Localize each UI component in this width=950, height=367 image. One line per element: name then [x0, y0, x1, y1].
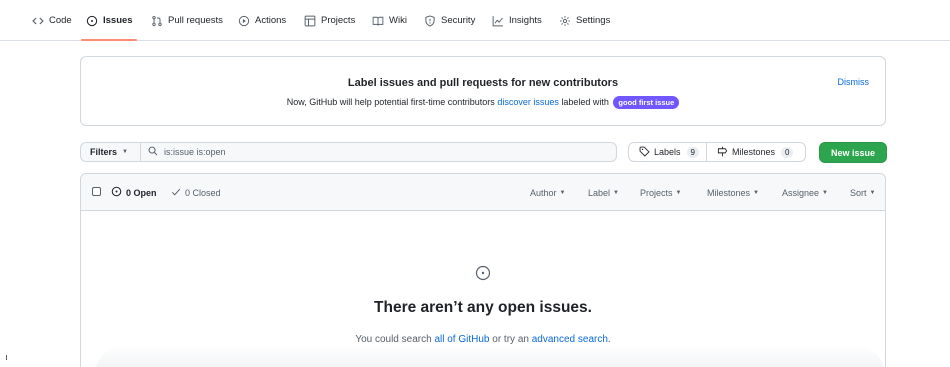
blankslate-text-before: You could search — [355, 334, 432, 345]
label-menu[interactable]: Label ▼ — [588, 174, 619, 211]
issue-opened-icon — [475, 265, 491, 281]
tab-label: Wiki — [389, 15, 407, 26]
blankslate-title: There aren’t any open issues. — [374, 299, 592, 316]
banner-text: Now, GitHub will help potential first-ti… — [81, 96, 885, 109]
tab-insights[interactable]: Insights — [492, 0, 542, 41]
chevron-down-icon: ▼ — [122, 149, 128, 155]
table-icon — [304, 15, 316, 27]
search-input[interactable] — [164, 147, 604, 157]
chevron-down-icon: ▼ — [869, 189, 876, 196]
open-issues-filter[interactable]: 0 Open — [111, 174, 157, 211]
blankslate-text-end: . — [607, 334, 611, 345]
bottom-fade — [95, 345, 885, 367]
author-menu[interactable]: Author ▼ — [530, 174, 565, 211]
banner-title: Label issues and pull requests for new c… — [347, 77, 619, 89]
graph-icon — [492, 15, 504, 27]
labels-count: 9 — [686, 146, 699, 158]
tab-security[interactable]: Security — [424, 0, 475, 41]
issues-search[interactable] — [140, 142, 617, 162]
play-icon — [238, 15, 250, 27]
chevron-down-icon: ▼ — [613, 189, 619, 196]
repo-nav: Code Issues Pull requests Actions Projec… — [0, 0, 950, 41]
issues-list-header: 0 Open 0 Closed Author ▼ Label ▼ Project… — [81, 174, 885, 211]
new-contributors-banner: Label issues and pull requests for new c… — [80, 56, 886, 126]
chevron-down-icon: ▼ — [822, 189, 828, 196]
filters-label: Filters — [90, 147, 118, 157]
filters-button[interactable]: Filters ▼ — [80, 142, 140, 162]
milestones-menu-label: Milestones — [707, 187, 751, 198]
git-pull-request-icon — [151, 15, 163, 27]
sort-menu-label: Sort — [850, 187, 867, 198]
closed-issues-filter[interactable]: 0 Closed — [171, 174, 221, 211]
blankslate-text-mid: or try an — [492, 334, 529, 345]
search-icon — [148, 146, 158, 158]
code-icon — [32, 15, 44, 27]
assignee-menu-label: Assignee — [782, 187, 820, 198]
tab-wiki[interactable]: Wiki — [372, 0, 407, 41]
banner-text-before: Now, GitHub will help potential first-ti… — [286, 96, 495, 107]
projects-menu-label: Projects — [640, 187, 673, 198]
all-of-github-link[interactable]: all of GitHub — [434, 334, 489, 345]
tab-label: Settings — [576, 15, 611, 26]
projects-menu[interactable]: Projects ▼ — [640, 174, 681, 211]
tab-code[interactable]: Code — [32, 0, 72, 41]
sort-menu[interactable]: Sort ▼ — [850, 174, 875, 211]
tab-label: Insights — [509, 15, 542, 26]
book-icon — [372, 15, 384, 27]
milestone-icon — [717, 146, 728, 159]
tab-label: Pull requests — [168, 15, 223, 26]
edge-mark — [6, 355, 7, 360]
tab-label: Security — [441, 15, 476, 26]
chevron-down-icon: ▼ — [559, 189, 566, 196]
blankslate-text: You could search all of GitHub or try an… — [81, 334, 885, 345]
shield-icon — [424, 14, 436, 27]
issue-opened-icon — [111, 186, 122, 199]
gear-icon — [559, 15, 571, 27]
open-count: 0 Open — [126, 187, 157, 198]
good-first-issue-label[interactable]: good first issue — [613, 96, 680, 109]
milestones-menu[interactable]: Milestones ▼ — [707, 174, 759, 211]
tab-pull-requests[interactable]: Pull requests — [151, 0, 223, 41]
tab-actions[interactable]: Actions — [238, 0, 286, 41]
assignee-menu[interactable]: Assignee ▼ — [782, 174, 828, 211]
milestones-button[interactable]: Milestones 0 — [707, 142, 806, 162]
discover-issues-link[interactable]: discover issues — [497, 97, 559, 107]
labels-label: Labels — [654, 147, 681, 157]
issues-list: 0 Open 0 Closed Author ▼ Label ▼ Project… — [80, 173, 886, 367]
tab-settings[interactable]: Settings — [559, 0, 610, 41]
tag-icon — [639, 146, 650, 159]
tab-label: Projects — [321, 15, 356, 26]
milestones-count: 0 — [781, 146, 794, 158]
tab-projects[interactable]: Projects — [304, 0, 355, 41]
dismiss-button[interactable]: Dismiss — [838, 77, 870, 87]
issue-opened-icon — [86, 15, 98, 27]
author-menu-label: Author — [530, 187, 557, 198]
selected-tab-underline — [81, 39, 137, 41]
tab-label: Issues — [103, 15, 133, 26]
new-issue-button[interactable]: New issue — [819, 142, 887, 163]
labels-button[interactable]: Labels 9 — [628, 142, 707, 162]
milestones-label: Milestones — [732, 147, 776, 157]
tab-issues[interactable]: Issues — [86, 0, 133, 41]
chevron-down-icon: ▼ — [675, 189, 682, 196]
tab-label: Code — [49, 15, 72, 26]
closed-count: 0 Closed — [185, 187, 221, 198]
banner-text-after: labeled with — [561, 96, 609, 107]
label-menu-label: Label — [588, 187, 611, 198]
chevron-down-icon: ▼ — [753, 189, 759, 196]
select-all-checkbox[interactable] — [92, 187, 101, 196]
check-icon — [171, 187, 181, 199]
tab-label: Actions — [255, 15, 287, 26]
advanced-search-link[interactable]: advanced search — [532, 334, 608, 345]
